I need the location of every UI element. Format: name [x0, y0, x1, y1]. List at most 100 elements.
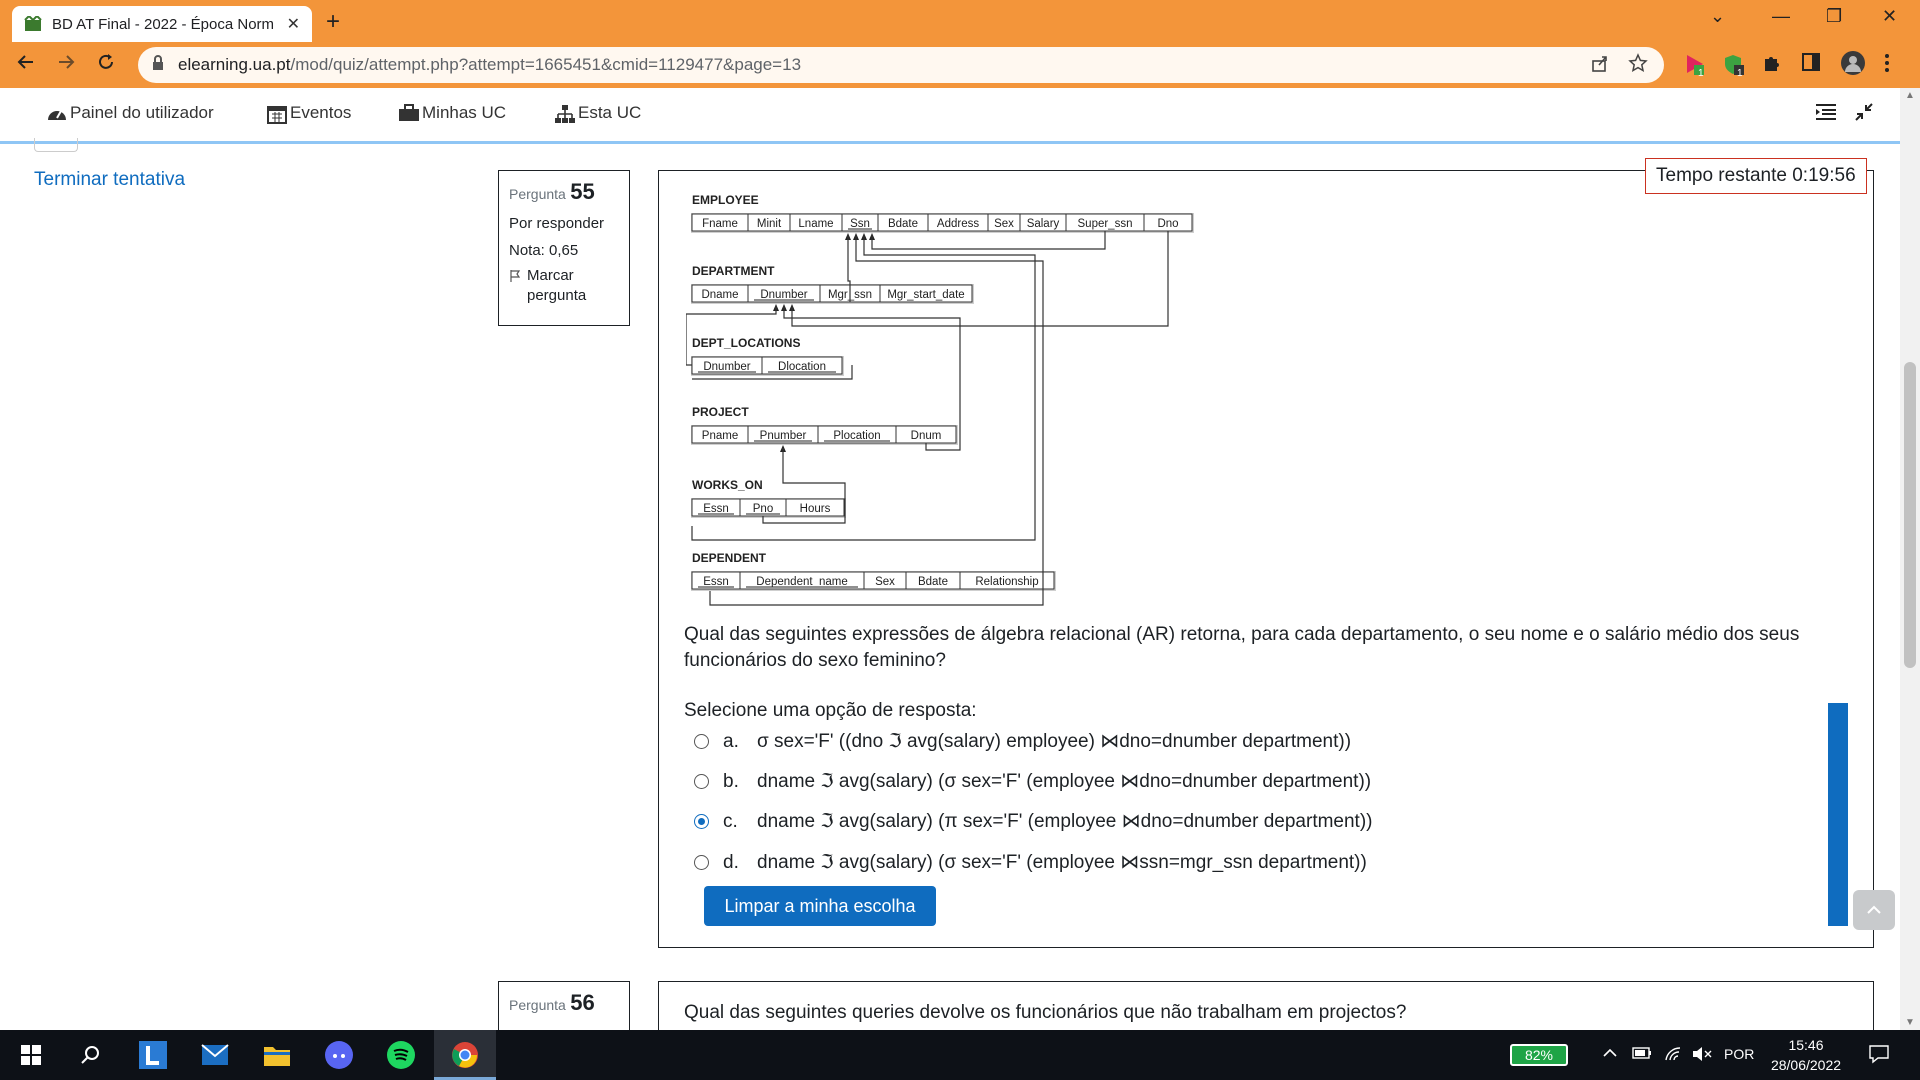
collapse-icon[interactable]: [1854, 102, 1874, 128]
lock-icon[interactable]: [152, 55, 164, 74]
radio-b[interactable]: [694, 774, 709, 789]
tab-title: BD AT Final - 2022 - Época Norm: [52, 15, 275, 33]
forward-icon[interactable]: [56, 52, 76, 78]
schema-column: Dnum: [911, 430, 942, 442]
reload-icon[interactable]: [96, 52, 116, 78]
radio-d[interactable]: [694, 855, 709, 870]
scroll-down-icon[interactable]: ▼: [1905, 1017, 1915, 1028]
drawer-toggle-icon[interactable]: [1814, 102, 1838, 128]
schema-column: Dependent_name: [756, 576, 847, 588]
windows-taskbar: 82% POR 15:46 28/06/2022: [0, 1030, 1920, 1080]
question-number: 55: [570, 179, 595, 204]
schema-table-title: DEPARTMENT: [692, 264, 775, 278]
new-tab-button[interactable]: +: [326, 8, 340, 36]
schema-diagram: EMPLOYEE Fname Minit Lname Ssn Bdate Address Se…: [686, 193, 1194, 606]
windows-start-icon[interactable]: [16, 1040, 46, 1070]
schema-column: Pno: [753, 503, 773, 515]
question-text: Qual das seguintes expressões de álgebra…: [684, 624, 1800, 671]
page-scrollbar[interactable]: ▲ ▼: [1900, 88, 1920, 1030]
clear-choice-button[interactable]: Limpar a minha escolha: [704, 886, 936, 926]
back-icon[interactable]: [16, 52, 36, 78]
extensions-puzzle-icon[interactable]: [1762, 53, 1782, 79]
clock-date: 28/06/2022: [1770, 1057, 1842, 1073]
address-bar[interactable]: elearning.ua.pt/mod/quiz/attempt.php?att…: [138, 47, 1664, 83]
clock-time: 15:46: [1788, 1037, 1824, 1053]
tab-search-icon[interactable]: ⌄: [1710, 6, 1725, 27]
chrome-icon[interactable]: [450, 1040, 480, 1070]
schema-column: Bdate: [918, 576, 948, 588]
scrollbar-thumb[interactable]: [1904, 362, 1916, 668]
schema-column: Dlocation: [778, 361, 826, 373]
schema-column: Hours: [800, 503, 831, 515]
extension-badge: 1: [1698, 68, 1704, 79]
option-text: dname ℑ avg(salary) (σ sex='F' (employee…: [757, 852, 1367, 873]
time-remaining: Tempo restante 0:19:56: [1645, 158, 1867, 194]
system-clock[interactable]: 15:46 28/06/2022: [1770, 1035, 1842, 1075]
finish-attempt-link[interactable]: Terminar tentativa: [34, 169, 185, 191]
radio-a[interactable]: [694, 734, 709, 749]
nav-this-course[interactable]: Esta UC: [554, 103, 641, 123]
tab-close-icon[interactable]: ✕: [287, 14, 300, 34]
schema-table-title: EMPLOYEE: [692, 193, 759, 207]
bookmark-star-icon[interactable]: [1628, 53, 1648, 78]
side-panel-icon[interactable]: [1802, 53, 1820, 77]
restore-icon[interactable]: ❐: [1826, 6, 1842, 27]
nav-events[interactable]: Eventos: [266, 103, 352, 124]
question-label: Pergunta: [509, 186, 566, 202]
answer-option-a[interactable]: a. σ sex='F' ((dno ℑ avg(salary) employe…: [694, 730, 1351, 753]
scroll-indicator: [1828, 703, 1848, 926]
nav-label: Esta UC: [578, 103, 642, 122]
share-icon[interactable]: [1590, 53, 1610, 78]
flag-icon: [509, 269, 521, 287]
question-text-56: Qual das seguintes queries devolve os fu…: [684, 1002, 1407, 1023]
nav-dashboard[interactable]: Painel do utilizador: [46, 103, 214, 123]
volume-muted-icon[interactable]: [1692, 1046, 1712, 1065]
browser-tab[interactable]: BD AT Final - 2022 - Época Norm ✕: [12, 6, 312, 42]
schema-column: Pnumber: [760, 430, 807, 442]
sitemap-icon: [554, 104, 576, 123]
notifications-icon[interactable]: [1868, 1044, 1890, 1067]
schema-column: Bdate: [888, 218, 918, 230]
question-grade: Nota: 0,65: [509, 242, 579, 259]
schema-column: Dno: [1157, 218, 1178, 230]
profile-avatar[interactable]: [1840, 50, 1866, 82]
chrome-menu-icon[interactable]: [1884, 53, 1890, 79]
url-host: elearning.ua.pt: [178, 55, 291, 74]
battery-tray-icon[interactable]: [1632, 1046, 1652, 1063]
answer-option-b[interactable]: b. dname ℑ avg(salary) (σ sex='F' (emplo…: [694, 770, 1371, 793]
schema-table-title: WORKS_ON: [692, 478, 763, 492]
input-language[interactable]: POR: [1724, 1046, 1754, 1062]
minimize-icon[interactable]: —: [1772, 6, 1790, 27]
schema-column: Salary: [1027, 218, 1060, 230]
wifi-icon[interactable]: [1664, 1046, 1682, 1065]
nav-label: Minhas UC: [422, 103, 507, 122]
option-letter: c.: [723, 810, 738, 832]
schema-column: Plocation: [833, 430, 880, 442]
close-window-icon[interactable]: ✕: [1882, 6, 1897, 27]
discord-icon[interactable]: [324, 1040, 354, 1070]
option-letter: d.: [723, 851, 739, 873]
spotify-icon[interactable]: [386, 1040, 416, 1070]
flag-question[interactable]: Marcar pergunta: [509, 267, 619, 306]
scroll-up-icon[interactable]: ▲: [1905, 90, 1915, 101]
site-navbar: Painel do utilizador Eventos Minhas UC E…: [0, 88, 1900, 144]
url-path: /mod/quiz/attempt.php?attempt=1665451&cm…: [290, 55, 802, 74]
dashboard-icon: [46, 104, 68, 122]
search-icon[interactable]: [76, 1040, 106, 1070]
radio-c[interactable]: [694, 814, 709, 829]
mail-icon[interactable]: [200, 1040, 230, 1070]
schema-column: Mgr_start_date: [887, 289, 964, 301]
extension-badge: 1: [1737, 68, 1743, 79]
nav-label: Eventos: [290, 103, 352, 122]
battery-indicator[interactable]: 82%: [1510, 1044, 1568, 1066]
file-explorer-icon[interactable]: [262, 1040, 292, 1070]
answer-option-c[interactable]: c. dname ℑ avg(salary) (π sex='F' (emplo…: [694, 810, 1373, 833]
tray-chevron-icon[interactable]: [1602, 1046, 1618, 1063]
answer-option-d[interactable]: d. dname ℑ avg(salary) (σ sex='F' (emplo…: [694, 851, 1367, 874]
back-to-top-button[interactable]: [1853, 890, 1895, 930]
schema-table-title: DEPENDENT: [692, 551, 767, 565]
nav-my-courses[interactable]: Minhas UC: [398, 103, 506, 123]
launcher-app-icon[interactable]: [138, 1040, 168, 1070]
nav-label: Painel do utilizador: [70, 103, 214, 122]
option-text: σ sex='F' ((dno ℑ avg(salary) employee) …: [757, 731, 1352, 752]
